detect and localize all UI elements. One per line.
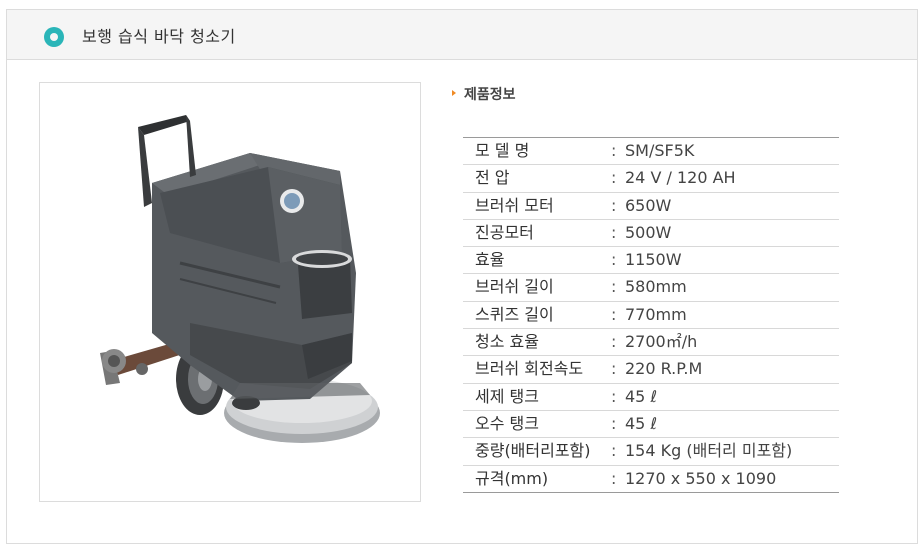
spec-row: 청소 효율:2700㎡/h (463, 329, 839, 357)
spec-row: 브러쉬 회전속도:220 R.P.M (463, 356, 839, 384)
spec-separator: : (611, 304, 617, 324)
spec-label: 오수 탱크 (475, 413, 539, 433)
spec-separator: : (611, 332, 617, 352)
spec-row: 효율:1150W (463, 247, 839, 275)
spec-separator: : (611, 386, 617, 406)
spec-separator: : (611, 250, 617, 270)
spec-label: 브러쉬 회전속도 (475, 359, 584, 379)
spec-label: 규격(mm) (475, 468, 549, 488)
spec-label: 효율 (475, 250, 505, 270)
spec-row: 브러쉬 길이:580mm (463, 274, 839, 302)
spec-separator: : (611, 441, 617, 461)
spec-row: 전 압:24 V / 120 AH (463, 165, 839, 193)
spec-value: 45 ℓ (625, 386, 658, 406)
spec-label: 브러쉬 길이 (475, 277, 554, 297)
spec-value: 2700㎡/h (625, 332, 698, 352)
product-panel: 보행 습식 바닥 청소기 제품정보 모 델 명: SM/SF5K 전 압: … (6, 9, 918, 544)
spec-value: 154 Kg (배터리 미포함) (625, 441, 793, 461)
spec-separator: : (611, 277, 617, 297)
spec-label: 세제 탱크 (475, 386, 539, 406)
spec-table: 모 델 명: SM/SF5K 전 압:24 V / 120 AH 브러쉬 모터:6… (463, 137, 839, 493)
spec-label: 진공모터 (475, 222, 534, 242)
spec-value: 770mm (625, 304, 687, 324)
spec-row: 중량(배터리포함):154 Kg (배터리 미포함) (463, 438, 839, 466)
spec-value: 45 ℓ (625, 413, 658, 433)
spec-row: 스퀴즈 길이:770mm (463, 302, 839, 330)
spec-value: 500W (625, 222, 672, 242)
product-info-heading-text: 제품정보 (464, 87, 516, 103)
spec-label: 중량(배터리포함) (475, 441, 591, 461)
spec-separator: : (611, 468, 617, 488)
spec-row: 세제 탱크:45 ℓ (463, 384, 839, 411)
floor-scrubber-image (100, 115, 380, 443)
spec-value: 580mm (625, 277, 687, 297)
spec-row: 진공모터:500W (463, 220, 839, 248)
spec-row: 브러쉬 모터:650W (463, 193, 839, 220)
spec-separator: : (611, 413, 617, 433)
panel-header: 보행 습식 바닥 청소기 (7, 10, 917, 60)
spec-label: 청소 효율 (475, 332, 539, 352)
spec-value: 1150W (625, 250, 682, 270)
page-title: 보행 습식 바닥 청소기 (82, 27, 236, 46)
spec-separator: : (611, 195, 617, 215)
spec-value: 650W (625, 195, 672, 215)
product-info-heading: 제품정보 (452, 84, 516, 104)
spec-separator: : (611, 141, 617, 160)
spec-value: 24 V / 120 AH (625, 168, 736, 188)
spec-label: 전 압 (475, 168, 510, 188)
spec-row: 모 델 명: SM/SF5K (463, 138, 839, 166)
spec-separator: : (611, 222, 617, 242)
spec-value: 220 R.P.M (625, 359, 703, 379)
ring-bullet-icon (44, 27, 64, 47)
spec-label: 모 델 명 (475, 141, 530, 160)
spec-value: SM/SF5K (625, 141, 695, 160)
spec-row: 오수 탱크:45 ℓ (463, 411, 839, 439)
product-image-frame (39, 82, 421, 502)
spec-value: 1270 x 550 x 1090 (625, 468, 777, 488)
spec-separator: : (611, 359, 617, 379)
spec-label: 브러쉬 모터 (475, 195, 554, 215)
spec-row: 규격(mm):1270 x 550 x 1090 (463, 466, 839, 492)
arrow-bullet-icon (452, 90, 456, 96)
spec-separator: : (611, 168, 617, 188)
spec-label: 스퀴즈 길이 (475, 304, 554, 324)
